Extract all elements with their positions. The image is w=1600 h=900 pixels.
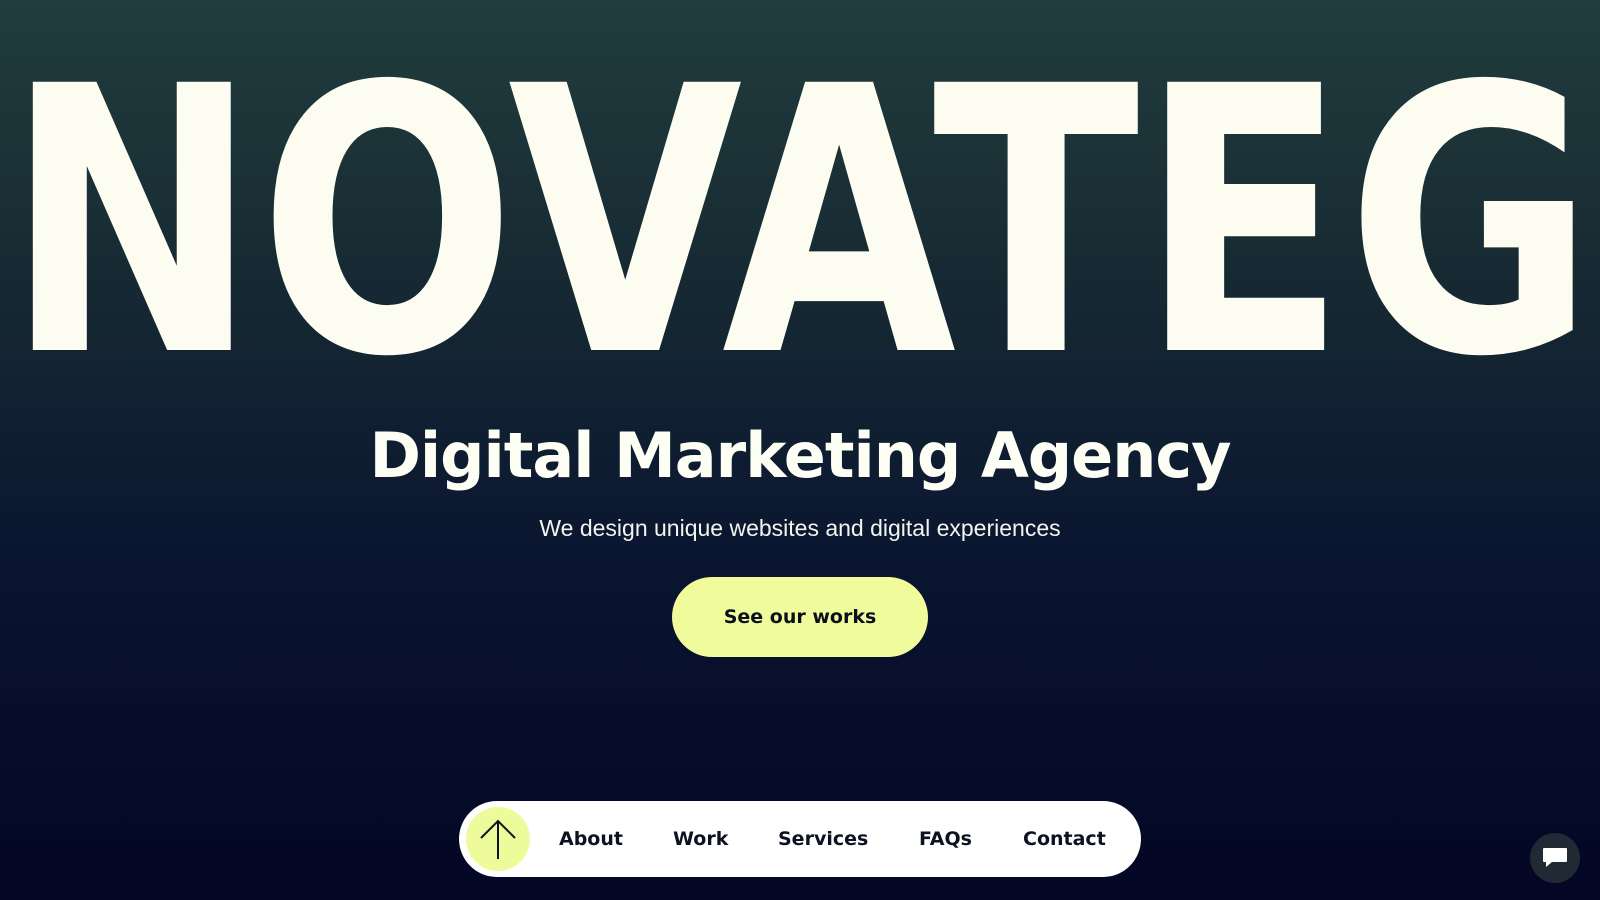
nav-link-about[interactable]: About [559, 825, 623, 853]
arrow-up-icon [480, 819, 516, 859]
chat-bubble-icon [1543, 848, 1567, 867]
chat-button[interactable] [1530, 833, 1580, 883]
wordmark-svg: NOVATEG [5, 60, 1595, 380]
nav-link-faqs[interactable]: FAQs [919, 825, 972, 853]
scroll-to-top-button[interactable] [466, 807, 530, 871]
nav-link-work[interactable]: Work [673, 825, 728, 853]
wordmark-text: NOVATEG [5, 60, 1595, 380]
page-title: Digital Marketing Agency [369, 419, 1231, 492]
nav-link-contact[interactable]: Contact [1023, 825, 1106, 853]
hero-subtitle: We design unique websites and digital ex… [539, 515, 1061, 541]
bottom-nav: About Work Services FAQs Contact [459, 801, 1141, 877]
hero-wordmark: NOVATEG [0, 60, 1600, 380]
see-our-works-button[interactable]: See our works [672, 577, 928, 657]
nav-link-services[interactable]: Services [778, 825, 868, 853]
